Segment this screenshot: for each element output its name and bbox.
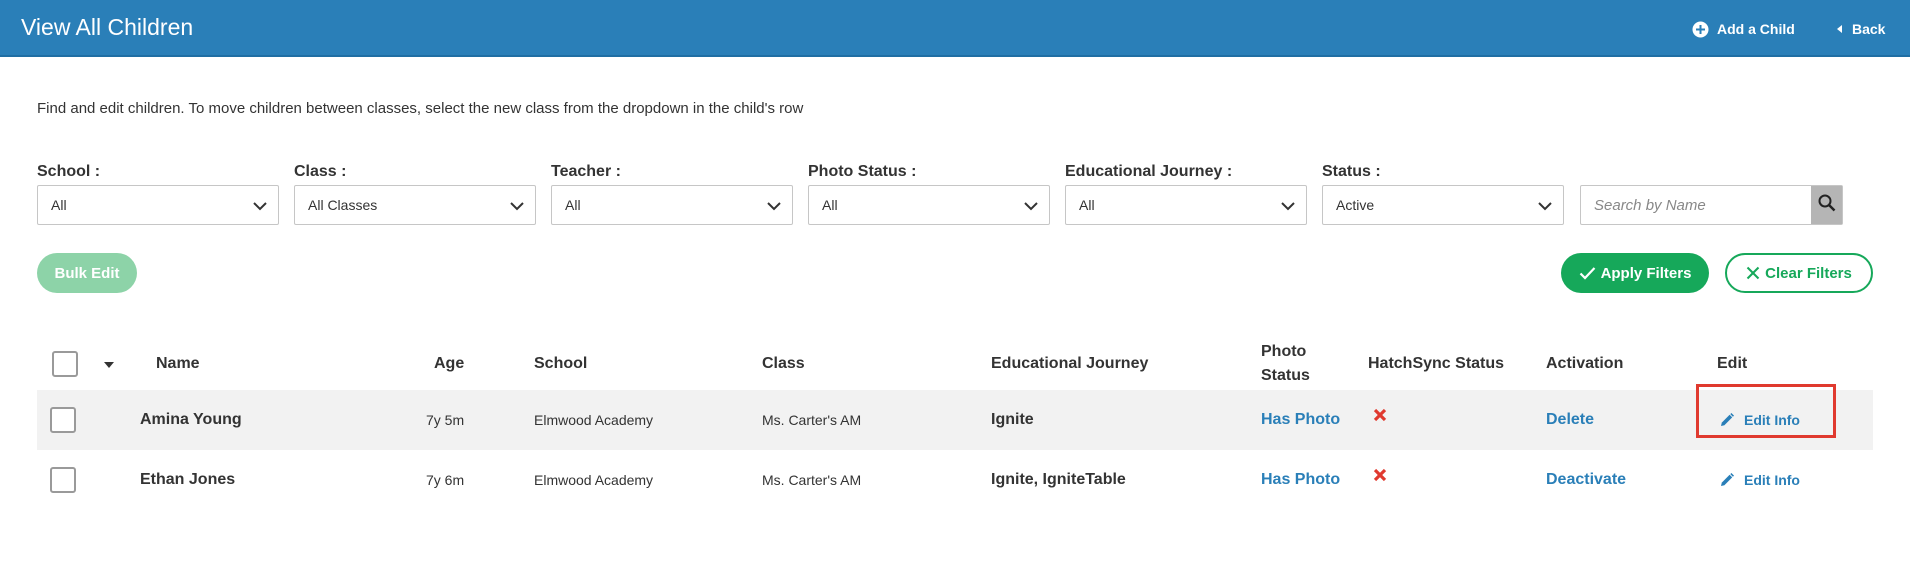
teacher-filter-label: Teacher : <box>551 163 621 180</box>
class-select-value: All Classes <box>308 197 378 213</box>
caret-down-icon <box>104 355 114 373</box>
journey-select-value: All <box>1079 197 1095 213</box>
photo-status-column-header[interactable]: Photo Status <box>1261 338 1310 390</box>
intro-text: Find and edit children. To move children… <box>37 100 804 117</box>
child-journey: Ignite, IgniteTable <box>991 471 1126 488</box>
x-mark-icon <box>1373 468 1387 487</box>
school-filter: School : All <box>37 163 279 225</box>
apply-filters-label: Apply Filters <box>1600 264 1692 282</box>
edit-info-label: Edit Info <box>1744 412 1800 428</box>
chevron-down-icon <box>1023 198 1039 217</box>
chevron-down-icon <box>1537 198 1553 217</box>
back-button[interactable]: Back <box>1836 18 1885 40</box>
pencil-icon <box>1720 413 1734 427</box>
children-table: Name Age School Class Educational Journe… <box>37 338 1873 510</box>
add-child-label: Add a Child <box>1717 21 1795 37</box>
chevron-down-icon <box>252 198 268 217</box>
row-checkbox-cell <box>50 450 76 510</box>
child-name: Ethan Jones <box>140 471 236 488</box>
search-icon <box>1818 194 1836 217</box>
bulk-select-dropdown[interactable] <box>104 338 114 390</box>
photo-status-filter-label: Photo Status : <box>808 163 917 180</box>
photo-status-link[interactable]: Has Photo <box>1261 450 1340 510</box>
edit-info-label: Edit Info <box>1744 472 1800 488</box>
page-title: View All Children <box>21 14 194 40</box>
delete-link[interactable]: Delete <box>1546 390 1594 450</box>
table-header-row: Name Age School Class Educational Journe… <box>37 338 1873 390</box>
table-row: Amina Young 7y 5m Elmwood Academy Ms. Ca… <box>37 384 1873 450</box>
child-name: Amina Young <box>140 411 242 428</box>
select-all-checkbox[interactable] <box>52 351 78 377</box>
child-school: Elmwood Academy <box>534 472 654 488</box>
back-label: Back <box>1852 21 1886 37</box>
chevron-down-icon <box>509 198 525 217</box>
photo-status-header-line2: Status <box>1261 367 1310 384</box>
child-age: 7y 5m <box>426 412 465 428</box>
photo-status-filter: Photo Status : All <box>808 163 1050 225</box>
journey-filter: Educational Journey : All <box>1065 163 1307 225</box>
checkmark-icon <box>1579 266 1596 280</box>
select-all-cell <box>52 338 78 390</box>
search-button[interactable] <box>1811 186 1842 224</box>
child-age: 7y 6m <box>426 472 465 488</box>
chevron-down-icon <box>766 198 782 217</box>
bulk-edit-button[interactable]: Bulk Edit <box>37 253 137 293</box>
journey-select[interactable]: All <box>1065 185 1307 225</box>
clear-filters-label: Clear Filters <box>1765 264 1852 282</box>
caret-left-icon <box>1836 24 1844 34</box>
clear-filters-button[interactable]: Clear Filters <box>1725 253 1873 293</box>
journey-filter-label: Educational Journey : <box>1065 163 1233 180</box>
deactivate-link[interactable]: Deactivate <box>1546 450 1626 510</box>
chevron-down-icon <box>1280 198 1296 217</box>
teacher-filter: Teacher : All <box>551 163 793 225</box>
class-select[interactable]: All Classes <box>294 185 536 225</box>
school-select[interactable]: All <box>37 185 279 225</box>
teacher-select-value: All <box>565 197 581 213</box>
teacher-select[interactable]: All <box>551 185 793 225</box>
status-filter-label: Status : <box>1322 163 1381 180</box>
class-filter-label: Class : <box>294 163 347 180</box>
x-mark-icon <box>1373 408 1387 427</box>
search-box <box>1580 185 1843 225</box>
class-filter: Class : All Classes <box>294 163 536 225</box>
hatchsync-column-header[interactable]: HatchSync Status <box>1368 338 1504 390</box>
pencil-icon <box>1720 473 1734 487</box>
apply-filters-button[interactable]: Apply Filters <box>1561 253 1709 293</box>
child-class: Ms. Carter's AM <box>762 472 862 488</box>
bulk-edit-label: Bulk Edit <box>54 264 120 282</box>
photo-status-select[interactable]: All <box>808 185 1050 225</box>
hatchsync-status <box>1373 450 1387 510</box>
search-input[interactable] <box>1581 186 1812 224</box>
status-select[interactable]: Active <box>1322 185 1564 225</box>
photo-status-link[interactable]: Has Photo <box>1261 390 1340 450</box>
school-column-header[interactable]: School <box>534 338 587 390</box>
edit-info-link[interactable]: Edit Info <box>1720 450 1800 510</box>
add-child-button[interactable]: Add a Child <box>1692 18 1795 40</box>
row-checkbox[interactable] <box>50 407 76 433</box>
activation-column-header[interactable]: Activation <box>1546 338 1623 390</box>
name-column-header[interactable]: Name <box>156 338 200 390</box>
journey-column-header[interactable]: Educational Journey <box>991 338 1148 390</box>
status-select-value: Active <box>1336 197 1375 213</box>
row-checkbox-cell <box>50 390 76 450</box>
class-column-header[interactable]: Class <box>762 338 805 390</box>
row-checkbox[interactable] <box>50 467 76 493</box>
plus-circle-icon <box>1692 21 1709 38</box>
child-school: Elmwood Academy <box>534 412 654 428</box>
photo-status-header-line1: Photo <box>1261 343 1307 360</box>
age-column-header[interactable]: Age <box>434 338 464 390</box>
table-row: Ethan Jones 7y 6m Elmwood Academy Ms. Ca… <box>37 450 1873 510</box>
child-journey: Ignite <box>991 411 1034 428</box>
edit-column-header: Edit <box>1717 355 1748 372</box>
photo-status-select-value: All <box>822 197 838 213</box>
page-header: View All Children Add a Child Back <box>0 0 1910 57</box>
hatchsync-status <box>1373 390 1387 450</box>
child-class: Ms. Carter's AM <box>762 412 862 428</box>
school-select-value: All <box>51 197 67 213</box>
school-filter-label: School : <box>37 163 101 180</box>
edit-info-link[interactable]: Edit Info <box>1720 390 1800 450</box>
close-icon <box>1746 266 1760 280</box>
status-filter: Status : Active <box>1322 163 1564 225</box>
